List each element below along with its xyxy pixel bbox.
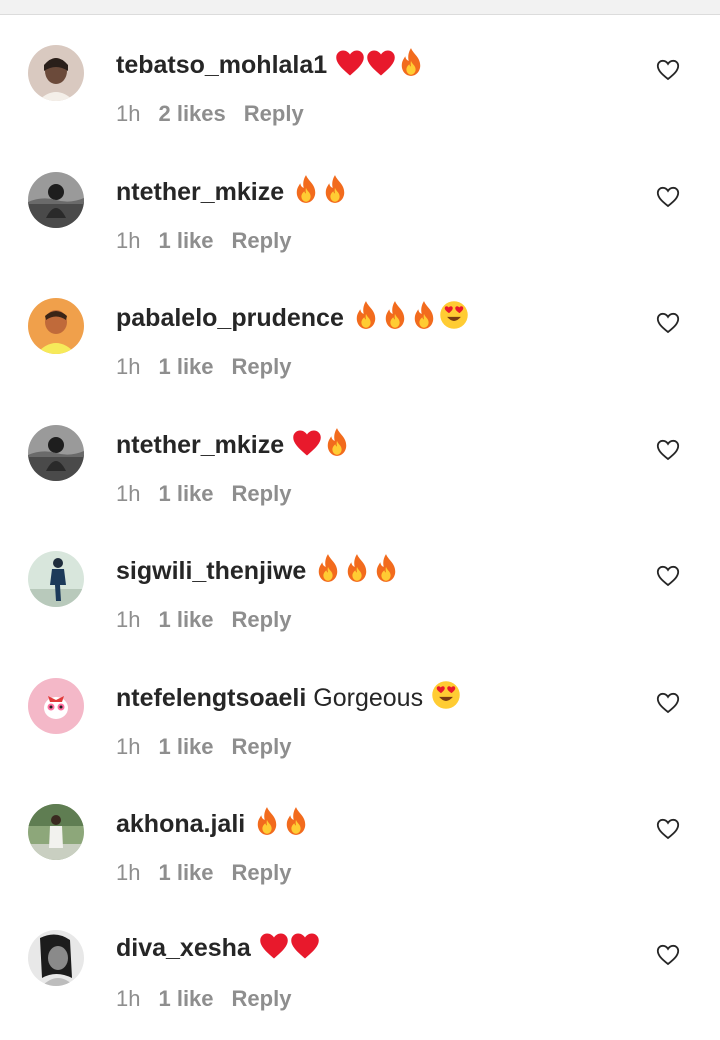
avatar[interactable] <box>28 678 84 734</box>
comment-text-line: tebatso_mohlala1 <box>116 47 425 84</box>
comment-text-line: pabalelo_prudence <box>116 300 469 337</box>
comment-text-line: ntether_mkize <box>116 174 349 211</box>
likes-count[interactable]: 1 like <box>158 607 213 632</box>
like-heart-icon[interactable] <box>656 944 680 966</box>
avatar[interactable] <box>28 804 84 860</box>
timestamp: 1h <box>116 481 141 506</box>
username[interactable]: tebatso_mohlala1 <box>116 51 327 79</box>
username[interactable]: diva_xesha <box>116 934 251 962</box>
fire-icon <box>372 553 400 590</box>
timestamp: 1h <box>116 986 141 1011</box>
like-heart-icon[interactable] <box>656 565 680 587</box>
fire-icon <box>253 806 281 843</box>
comment-item: ntefelengtsoaeli Gorgeous 1h 1 like Reply <box>0 678 720 788</box>
reply-button[interactable]: Reply <box>232 734 292 759</box>
reply-button[interactable]: Reply <box>232 860 292 885</box>
comment-meta: 1h 1 like Reply <box>116 860 309 886</box>
comment-text-line: diva_xesha <box>116 932 320 967</box>
comment-text-line: ntefelengtsoaeli Gorgeous <box>116 680 461 717</box>
comment-meta: 1h 1 like Reply <box>116 228 309 254</box>
timestamp: 1h <box>116 734 141 759</box>
fire-icon <box>352 300 380 337</box>
comment-meta: 1h 1 like Reply <box>116 734 309 760</box>
like-heart-icon[interactable] <box>656 312 680 334</box>
comment-item: pabalelo_prudence 1h 1 like Reply <box>0 298 720 408</box>
likes-count[interactable]: 1 like <box>158 354 213 379</box>
likes-count[interactable]: 1 like <box>158 734 213 759</box>
reply-button[interactable]: Reply <box>232 607 292 632</box>
username[interactable]: ntether_mkize <box>116 178 284 206</box>
red-heart-icon <box>259 932 289 967</box>
comment-item: sigwili_thenjiwe 1h 1 like Reply <box>0 551 720 661</box>
fire-icon <box>314 553 342 590</box>
red-heart-icon <box>366 49 396 84</box>
like-heart-icon[interactable] <box>656 692 680 714</box>
comment-text-line: akhona.jali <box>116 806 310 843</box>
likes-count[interactable]: 2 likes <box>158 101 225 126</box>
reply-button[interactable]: Reply <box>232 228 292 253</box>
fire-icon <box>323 427 351 464</box>
fire-icon <box>321 174 349 211</box>
top-bar <box>0 0 720 15</box>
like-heart-icon[interactable] <box>656 818 680 840</box>
red-heart-icon <box>292 429 322 464</box>
avatar[interactable] <box>28 298 84 354</box>
comment-item: akhona.jali 1h 1 like Reply <box>0 804 720 914</box>
username[interactable]: ntefelengtsoaeli <box>116 684 306 712</box>
timestamp: 1h <box>116 354 141 379</box>
fire-icon <box>397 47 425 84</box>
fire-icon <box>381 300 409 337</box>
red-heart-icon <box>290 932 320 967</box>
comment-item: ntether_mkize 1h 1 like Reply <box>0 425 720 535</box>
comment-meta: 1h 1 like Reply <box>116 481 309 507</box>
reply-button[interactable]: Reply <box>232 354 292 379</box>
fire-icon <box>410 300 438 337</box>
comment-body: Gorgeous <box>313 684 424 712</box>
timestamp: 1h <box>116 607 141 632</box>
comment-text-line: ntether_mkize <box>116 427 351 464</box>
comment-item: diva_xesha 1h 1 like Reply <box>0 930 720 1040</box>
likes-count[interactable]: 1 like <box>158 228 213 253</box>
avatar[interactable] <box>28 551 84 607</box>
comment-meta: 1h 1 like Reply <box>116 607 309 633</box>
likes-count[interactable]: 1 like <box>158 860 213 885</box>
likes-count[interactable]: 1 like <box>158 481 213 506</box>
like-heart-icon[interactable] <box>656 439 680 461</box>
likes-count[interactable]: 1 like <box>158 986 213 1011</box>
fire-icon <box>292 174 320 211</box>
like-heart-icon[interactable] <box>656 59 680 81</box>
avatar[interactable] <box>28 930 84 986</box>
avatar[interactable] <box>28 172 84 228</box>
username[interactable]: sigwili_thenjiwe <box>116 557 306 585</box>
fire-icon <box>343 553 371 590</box>
timestamp: 1h <box>116 228 141 253</box>
reply-button[interactable]: Reply <box>232 481 292 506</box>
red-heart-icon <box>335 49 365 84</box>
reply-button[interactable]: Reply <box>232 986 292 1011</box>
timestamp: 1h <box>116 860 141 885</box>
avatar[interactable] <box>28 45 84 101</box>
comment-meta: 1h 1 like Reply <box>116 354 309 380</box>
heart-eyes-emoji-icon <box>439 300 469 337</box>
comment-item: tebatso_mohlala1 1h 2 likes Reply <box>0 45 720 155</box>
username[interactable]: pabalelo_prudence <box>116 304 344 332</box>
username[interactable]: ntether_mkize <box>116 431 284 459</box>
comment-meta: 1h 1 like Reply <box>116 986 309 1012</box>
like-heart-icon[interactable] <box>656 186 680 208</box>
heart-eyes-emoji-icon <box>431 680 461 717</box>
fire-icon <box>282 806 310 843</box>
comment-item: ntether_mkize 1h 1 like Reply <box>0 172 720 282</box>
comment-meta: 1h 2 likes Reply <box>116 101 322 127</box>
reply-button[interactable]: Reply <box>244 101 304 126</box>
username[interactable]: akhona.jali <box>116 810 245 838</box>
comment-text-line: sigwili_thenjiwe <box>116 553 400 590</box>
avatar[interactable] <box>28 425 84 481</box>
timestamp: 1h <box>116 101 141 126</box>
